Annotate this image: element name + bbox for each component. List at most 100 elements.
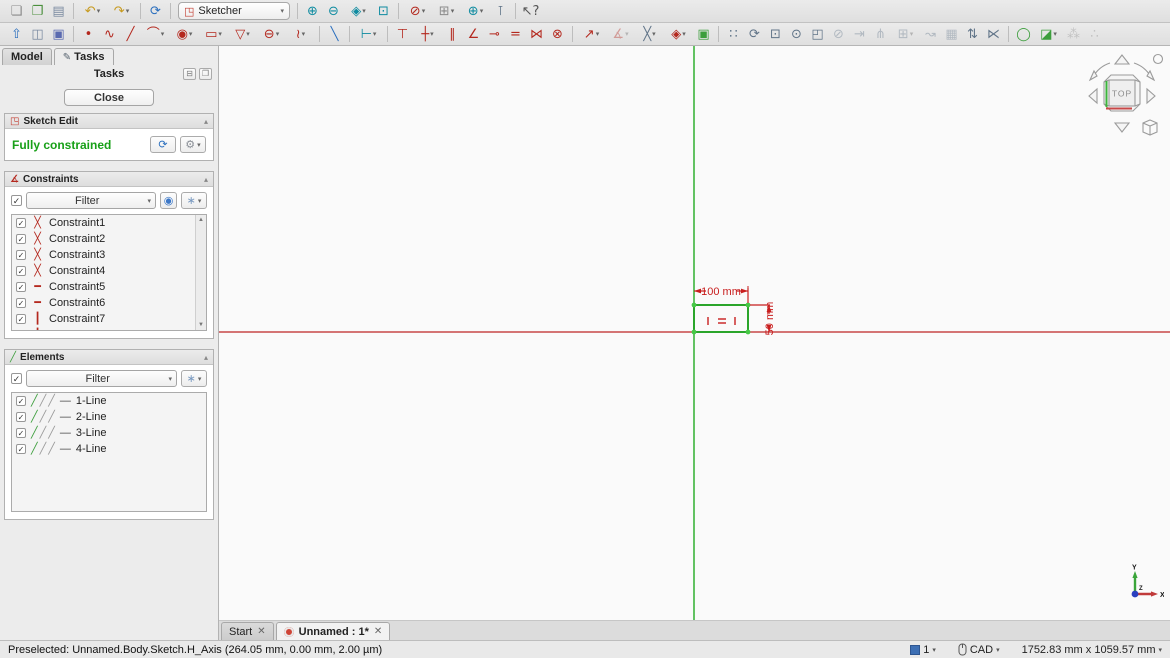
- zoom-out-button[interactable]: ⊖: [323, 1, 344, 21]
- create-point-button[interactable]: •: [78, 24, 99, 44]
- vertex[interactable]: [692, 330, 697, 335]
- constrain-horizontal-vertical-button[interactable]: ┼▾: [413, 24, 442, 44]
- view-fit-selection-button[interactable]: ⊡: [373, 1, 394, 21]
- element-item[interactable]: ✓╱╱╱—4-Line: [12, 441, 206, 457]
- nav-cube-face-label[interactable]: TOP: [1112, 89, 1132, 99]
- constraint-item[interactable]: ✓┃Constraint7: [12, 311, 206, 327]
- toggle-construction-button[interactable]: ╲: [324, 24, 345, 44]
- clip-plane-button[interactable]: ◰: [807, 24, 828, 44]
- tab-tasks[interactable]: ✎ Tasks: [54, 48, 114, 65]
- layer-selector[interactable]: 1 ▾: [910, 644, 936, 656]
- tilt-down-arrow[interactable]: [1115, 123, 1129, 132]
- checkbox[interactable]: ✓: [16, 396, 26, 406]
- dock-panel-icon[interactable]: ⊟: [183, 68, 196, 80]
- show-all-constraints-checkbox[interactable]: ✓: [11, 195, 22, 206]
- document-tab-start[interactable]: Start✕: [221, 622, 274, 640]
- checkbox[interactable]: ✓: [16, 428, 26, 438]
- create-polyline-button[interactable]: ∿: [99, 24, 120, 44]
- element-item[interactable]: ✓╱╱╱—1-Line: [12, 393, 206, 409]
- create-line-button[interactable]: ╱: [120, 24, 141, 44]
- measure-button[interactable]: ⊺: [490, 1, 511, 21]
- dimension-horizontal-label[interactable]: 100 mm: [701, 286, 741, 298]
- elements-header[interactable]: ╱ Elements ▴: [5, 350, 213, 365]
- redo-button[interactable]: ↷▾: [107, 1, 136, 21]
- element-item[interactable]: ✓╱╱╱—2-Line: [12, 409, 206, 425]
- scrollbar[interactable]: ▲▼: [195, 215, 206, 330]
- constrain-perpendicular-button[interactable]: ∠: [463, 24, 484, 44]
- 3d-viewport[interactable]: 100 mm 50 mm: [219, 46, 1170, 620]
- document-tab-unnamed-1[interactable]: Unnamed : 1*✕: [276, 622, 391, 640]
- view-isometric-button[interactable]: ◈▾: [344, 1, 373, 21]
- checkbox[interactable]: ✓: [16, 282, 26, 292]
- refresh-button[interactable]: ⟳: [145, 1, 166, 21]
- scroll-down-icon[interactable]: ▼: [198, 322, 204, 328]
- tilt-up-arrow[interactable]: [1115, 55, 1129, 64]
- dimension-vertical-label[interactable]: 50 mm: [764, 302, 776, 336]
- select-conflicting-constraints-button[interactable]: ⊡: [765, 24, 786, 44]
- file-new-button[interactable]: ❏: [6, 1, 27, 21]
- constraint-settings-button[interactable]: ∗▾: [181, 192, 207, 209]
- zoom-tools-button[interactable]: ⊕▾: [461, 1, 490, 21]
- checkbox[interactable]: ✓: [16, 412, 26, 422]
- zoom-in-button[interactable]: ⊕: [302, 1, 323, 21]
- scroll-up-icon[interactable]: ▲: [198, 217, 204, 223]
- elements-filter-combo[interactable]: Filter ▾: [26, 370, 177, 387]
- checkbox[interactable]: ✓: [16, 234, 26, 244]
- recompute-button[interactable]: ⟳: [150, 136, 176, 153]
- element-item[interactable]: ✓╱╱╱—3-Line: [12, 425, 206, 441]
- constraint-item[interactable]: ✓╳Constraint1: [12, 215, 206, 231]
- vertex[interactable]: [692, 303, 697, 308]
- checkbox[interactable]: ✓: [16, 250, 26, 260]
- select-redundant-constraints-button[interactable]: ⟳: [744, 24, 765, 44]
- tab-model[interactable]: Model: [2, 48, 52, 65]
- element-settings-button[interactable]: ∗▾: [181, 370, 207, 387]
- constraint-item[interactable]: ✓╳Constraint4: [12, 263, 206, 279]
- leave-sketch-button[interactable]: ⇧: [6, 24, 27, 44]
- external-geometry-button[interactable]: ⊢▾: [354, 24, 383, 44]
- collapse-icon[interactable]: ▴: [204, 353, 208, 362]
- view-sketch-button[interactable]: ◫: [27, 24, 48, 44]
- nav-style-selector[interactable]: CAD ▾: [958, 643, 1000, 656]
- checkbox[interactable]: ✓: [16, 314, 26, 324]
- tilt-left-arrow[interactable]: [1089, 89, 1097, 103]
- constraint-item[interactable]: ✓━Constraint5: [12, 279, 206, 295]
- vertex[interactable]: [746, 330, 751, 335]
- draw-style-button[interactable]: ⊘▾: [403, 1, 432, 21]
- create-circle-button[interactable]: ◉▾: [170, 24, 199, 44]
- constrain-distance-button[interactable]: ↗▾: [577, 24, 606, 44]
- file-save-button[interactable]: ▤: [48, 1, 69, 21]
- undo-button[interactable]: ↶▾: [78, 1, 107, 21]
- select-dof-button[interactable]: ∷: [723, 24, 744, 44]
- constrain-coincident-button[interactable]: ⊤: [392, 24, 413, 44]
- solver-settings-button[interactable]: ⚙▾: [180, 136, 206, 153]
- switch-virtual-space-button[interactable]: ⇅: [962, 24, 983, 44]
- join-curves-button[interactable]: ⋉: [983, 24, 1004, 44]
- collapse-icon[interactable]: ▴: [204, 175, 208, 184]
- constraint-item[interactable]: ✓╳Constraint3: [12, 247, 206, 263]
- checkbox[interactable]: ✓: [16, 444, 26, 454]
- constraint-item[interactable]: ✓╳Constraint2: [12, 231, 206, 247]
- toggle-active-constraint-button[interactable]: ▣: [693, 24, 714, 44]
- equal-constraint-markers[interactable]: [708, 317, 735, 325]
- show-internal-geometry-button[interactable]: ⊙: [786, 24, 807, 44]
- constraint-item[interactable]: ✓━Constraint6: [12, 295, 206, 311]
- constrain-tangent-button[interactable]: ⊸: [484, 24, 505, 44]
- constrain-parallel-button[interactable]: ∥: [442, 24, 463, 44]
- nav-circle-icon[interactable]: [1154, 55, 1163, 64]
- create-bspline-button[interactable]: ≀▾: [286, 24, 315, 44]
- workbench-selector[interactable]: ◳Sketcher▾: [178, 2, 290, 20]
- create-slot-button[interactable]: ⊖▾: [257, 24, 286, 44]
- close-tab-icon[interactable]: ✕: [257, 626, 265, 637]
- constrain-equal-button[interactable]: =: [505, 24, 526, 44]
- collapse-icon[interactable]: ▴: [204, 117, 208, 126]
- navigation-cube[interactable]: TOP: [1080, 50, 1164, 142]
- vertex[interactable]: [746, 303, 751, 308]
- create-arc-button[interactable]: ⌒▾: [141, 24, 170, 44]
- constraint-tools-button[interactable]: ╳▾: [635, 24, 664, 44]
- file-open-button[interactable]: ❐: [27, 1, 48, 21]
- create-polygon-button[interactable]: ▽▾: [228, 24, 257, 44]
- constrain-block-button[interactable]: ⊗: [547, 24, 568, 44]
- constraint-item[interactable]: ✓┃Constraint8: [12, 327, 206, 330]
- constraints-filter-combo[interactable]: Filter ▾: [26, 192, 156, 209]
- checkbox[interactable]: ✓: [16, 218, 26, 228]
